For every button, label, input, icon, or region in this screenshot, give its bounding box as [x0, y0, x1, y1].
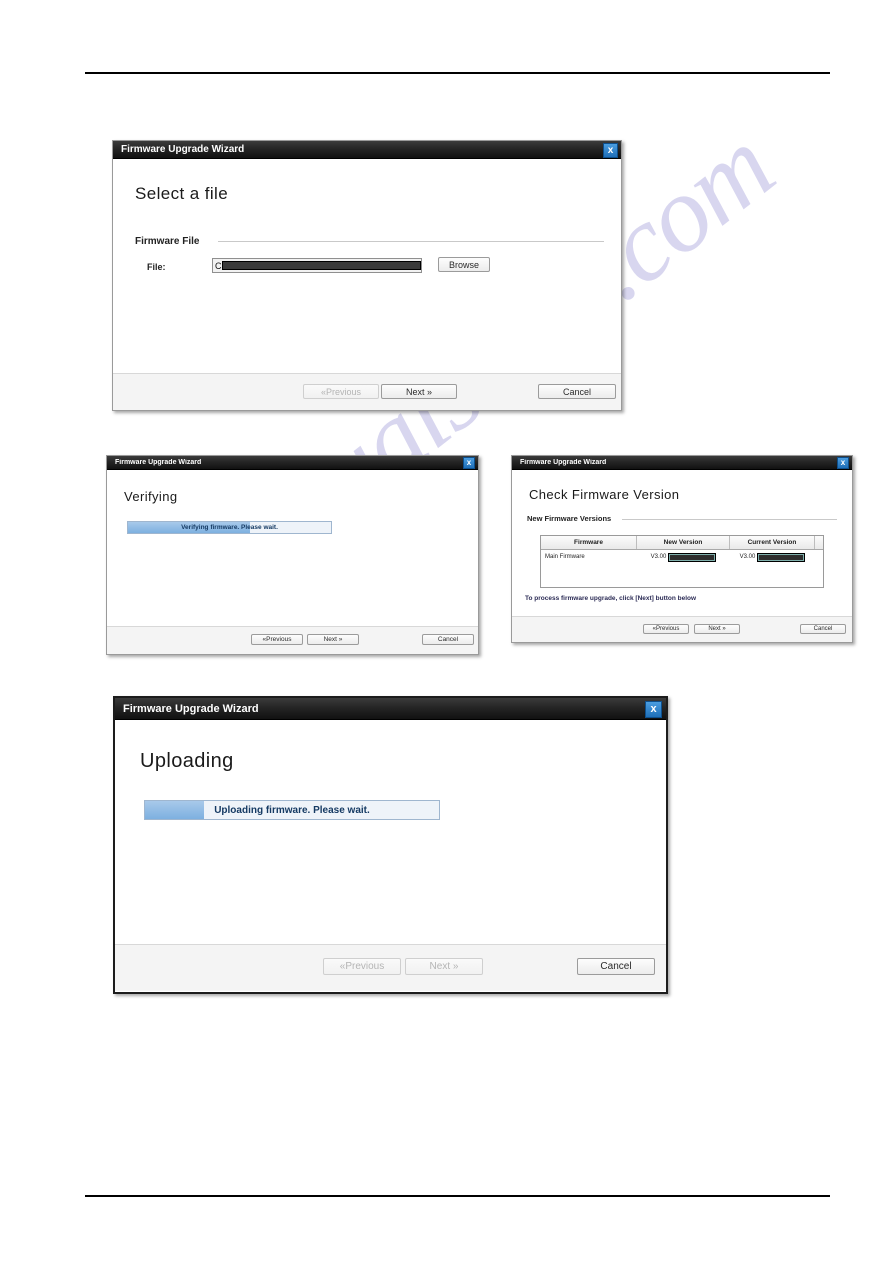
redaction-bar: [221, 260, 421, 271]
dialog-check-firmware-version: Firmware Upgrade Wizard x Check Firmware…: [511, 455, 853, 643]
file-path-input[interactable]: C: [212, 258, 422, 273]
cancel-button[interactable]: Cancel: [538, 384, 616, 399]
next-button[interactable]: Next »: [694, 624, 740, 634]
next-button[interactable]: Next »: [405, 958, 483, 975]
next-button[interactable]: Next »: [381, 384, 457, 399]
dialog-titlebar[interactable]: Firmware Upgrade Wizard x: [113, 141, 621, 159]
cancel-button[interactable]: Cancel: [422, 634, 474, 645]
table-row: Main Firmware V3.00 V3.00: [541, 550, 823, 564]
column-header-new-version: New Version: [637, 536, 730, 549]
page-title: Uploading: [140, 750, 234, 772]
cell-new-version: V3.00: [637, 550, 730, 564]
cell-current-version-value: V3.00: [739, 554, 756, 560]
redaction-bar: [757, 552, 806, 562]
table-header-row: Firmware New Version Current Version: [541, 536, 823, 550]
dialog-body: Verifying Verifying firmware. Please wai…: [107, 470, 478, 654]
progress-label: Verifying firmware. Please wait.: [181, 524, 278, 531]
cell-firmware-name: Main Firmware: [545, 554, 585, 560]
dialog-verifying: Firmware Upgrade Wizard x Verifying Veri…: [106, 455, 479, 655]
column-header-spacer: [815, 536, 823, 549]
next-button[interactable]: Next »: [307, 634, 359, 645]
dialog-footer: «Previous Next » Cancel: [512, 616, 852, 642]
page-title: Select a file: [135, 184, 229, 203]
dialog-body: Select a file Firmware File File: C Brow…: [113, 159, 621, 410]
section-label-new-firmware-versions: New Firmware Versions: [527, 514, 612, 523]
close-icon[interactable]: x: [463, 457, 475, 469]
browse-button[interactable]: Browse: [438, 257, 490, 272]
cancel-button[interactable]: Cancel: [800, 624, 846, 634]
dialog-uploading: Firmware Upgrade Wizard x Uploading Uplo…: [113, 696, 668, 994]
close-icon[interactable]: x: [645, 701, 662, 718]
dialog-body: Check Firmware Version New Firmware Vers…: [512, 470, 852, 642]
dialog-body: Uploading Uploading firmware. Please wai…: [115, 720, 666, 991]
dialog-title: Firmware Upgrade Wizard: [520, 459, 607, 466]
previous-button[interactable]: «Previous: [643, 624, 689, 634]
column-header-firmware: Firmware: [541, 536, 637, 549]
dialog-footer: «Previous Next » Cancel: [113, 373, 621, 410]
page-footer-rule: [85, 1195, 830, 1197]
dialog-footer: «Previous Next » Cancel: [115, 944, 666, 991]
redaction-bar: [668, 552, 717, 562]
close-icon[interactable]: x: [837, 457, 849, 469]
dialog-title: Firmware Upgrade Wizard: [115, 459, 202, 466]
page-title: Verifying: [124, 489, 178, 504]
file-path-value: C: [215, 260, 222, 271]
instruction-note: To process firmware upgrade, click [Next…: [525, 595, 697, 602]
dialog-titlebar[interactable]: Firmware Upgrade Wizard x: [107, 456, 478, 470]
previous-button[interactable]: «Previous: [323, 958, 401, 975]
dialog-title: Firmware Upgrade Wizard: [123, 702, 259, 715]
cell-current-version: V3.00: [730, 550, 815, 564]
close-icon[interactable]: x: [603, 143, 618, 158]
dialog-titlebar[interactable]: Firmware Upgrade Wizard x: [115, 698, 666, 720]
progress-label: Uploading firmware. Please wait.: [214, 804, 370, 816]
dialog-title: Firmware Upgrade Wizard: [121, 144, 245, 155]
dialog-titlebar[interactable]: Firmware Upgrade Wizard x: [512, 456, 852, 470]
section-divider: [218, 241, 604, 242]
section-label-firmware-file: Firmware File: [135, 236, 200, 247]
dialog-footer: «Previous Next » Cancel: [107, 626, 478, 654]
cancel-button[interactable]: Cancel: [577, 958, 655, 975]
verify-progress-bar: Verifying firmware. Please wait.: [127, 521, 332, 534]
dialog-select-a-file: Firmware Upgrade Wizard x Select a file …: [112, 140, 622, 411]
section-divider: [622, 519, 837, 520]
previous-button[interactable]: «Previous: [303, 384, 379, 399]
firmware-version-table: Firmware New Version Current Version Mai…: [540, 535, 824, 588]
cell-new-version-value: V3.00: [650, 554, 667, 560]
previous-button[interactable]: «Previous: [251, 634, 303, 645]
file-field-label: File:: [147, 262, 166, 272]
page-header-rule: [85, 72, 830, 74]
page-title: Check Firmware Version: [529, 487, 680, 502]
upload-progress-bar: Uploading firmware. Please wait.: [144, 800, 440, 820]
column-header-current-version: Current Version: [730, 536, 815, 549]
